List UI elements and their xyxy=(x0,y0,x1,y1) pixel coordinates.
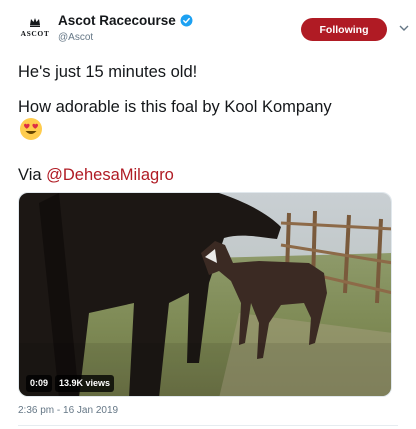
user-handle[interactable]: @Ascot xyxy=(58,32,193,43)
heart-eyes-emoji-icon xyxy=(20,118,42,140)
display-name[interactable]: Ascot Racecourse xyxy=(58,13,176,28)
tweet-text-via: Via @DehesaMilagro xyxy=(18,166,174,185)
tweet-timestamp[interactable]: 2:36 pm - 16 Jan 2019 xyxy=(18,405,118,416)
video-info-badges: 0:09 13.9K views xyxy=(26,375,117,392)
via-label: Via xyxy=(18,166,47,184)
mention-link[interactable]: @DehesaMilagro xyxy=(46,166,174,184)
user-name-block: Ascot Racecourse @Ascot xyxy=(58,13,193,43)
video-view-count: 13.9K views xyxy=(55,375,115,392)
avatar[interactable]: ASCOT xyxy=(18,14,52,48)
video-frame xyxy=(19,193,391,396)
chevron-down-icon[interactable] xyxy=(399,24,409,32)
following-button[interactable]: Following xyxy=(301,18,387,41)
avatar-wordmark: ASCOT xyxy=(20,29,50,38)
divider xyxy=(18,425,398,426)
tweet-header: ASCOT Ascot Racecourse @Ascot Following xyxy=(18,10,409,50)
crown-icon xyxy=(30,18,40,27)
verified-badge-icon xyxy=(180,14,193,27)
video-duration: 0:09 xyxy=(26,375,53,392)
tweet-text-line-1: He's just 15 minutes old! xyxy=(18,63,198,81)
tweet-text-line-2: How adorable is this foal by Kool Kompan… xyxy=(18,98,332,116)
video-player[interactable] xyxy=(18,192,392,397)
